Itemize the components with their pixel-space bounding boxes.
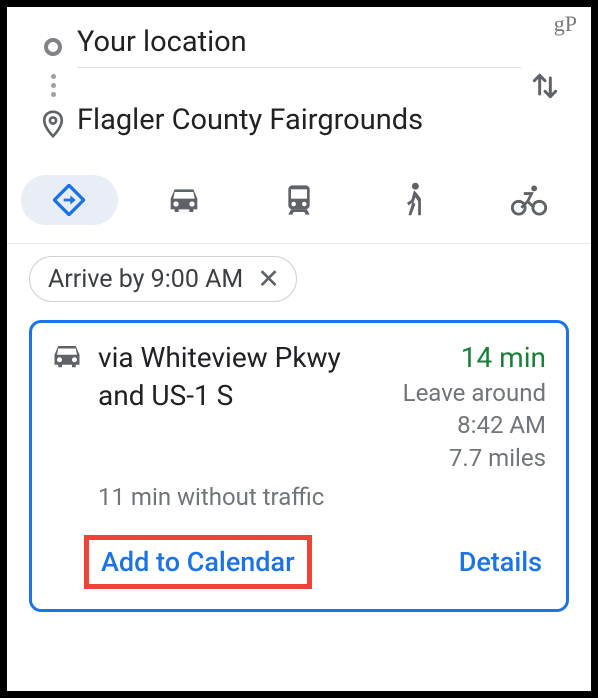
origin-marker <box>29 38 77 56</box>
add-to-calendar-button[interactable]: Add to Calendar <box>101 546 295 578</box>
destination-marker <box>29 110 77 138</box>
route-mode-icon <box>52 339 82 589</box>
mode-transit[interactable] <box>251 175 348 225</box>
route-via: via Whiteview Pkwy and US-1 S <box>98 339 393 474</box>
add-to-calendar-highlight: Add to Calendar <box>84 535 312 589</box>
bike-icon <box>511 184 547 216</box>
route-leave-time: 8:42 AM <box>403 409 546 441</box>
route-duration: 14 min <box>403 339 546 377</box>
destination-field[interactable]: Flagler County Fairgrounds <box>77 103 521 145</box>
watermark-text: gP <box>554 11 577 37</box>
connector-dots <box>29 68 77 103</box>
swap-icon <box>529 70 561 102</box>
directions-icon <box>53 184 85 216</box>
arrive-by-label: Arrive by 9:00 AM <box>48 265 243 294</box>
route-distance: 7.7 miles <box>403 442 546 474</box>
mode-bike[interactable] <box>480 175 577 225</box>
circle-icon <box>44 38 62 56</box>
destination-row[interactable]: Flagler County Fairgrounds <box>29 103 569 145</box>
route-leave-label: Leave around <box>403 377 546 409</box>
travel-modes <box>7 145 591 244</box>
origin-row[interactable]: Your location <box>29 25 569 68</box>
route-card[interactable]: via Whiteview Pkwy and US-1 S 14 min Lea… <box>29 320 569 612</box>
swap-button[interactable] <box>521 70 569 102</box>
route-actions: Add to Calendar Details <box>98 535 546 589</box>
mode-walk[interactable] <box>365 175 462 225</box>
route-body: via Whiteview Pkwy and US-1 S 14 min Lea… <box>98 339 546 589</box>
details-button[interactable]: Details <box>459 546 542 578</box>
mode-best[interactable] <box>21 175 118 225</box>
mode-drive[interactable] <box>136 175 233 225</box>
origin-field[interactable]: Your location <box>77 25 521 68</box>
waypoint-connector-row <box>29 68 569 103</box>
route-meta: 14 min Leave around 8:42 AM 7.7 miles <box>403 339 546 474</box>
transit-icon <box>284 184 314 216</box>
car-icon <box>52 343 82 369</box>
car-icon <box>168 186 200 214</box>
filter-row: Arrive by 9:00 AM ✕ <box>7 244 591 314</box>
pin-icon <box>42 110 64 138</box>
close-icon[interactable]: ✕ <box>253 263 284 295</box>
directions-inputs: Your location Flagler County Fairgrounds <box>7 7 591 145</box>
route-without-traffic: 11 min without traffic <box>98 482 546 513</box>
walk-icon <box>402 182 426 218</box>
arrive-by-chip[interactable]: Arrive by 9:00 AM ✕ <box>29 256 297 302</box>
